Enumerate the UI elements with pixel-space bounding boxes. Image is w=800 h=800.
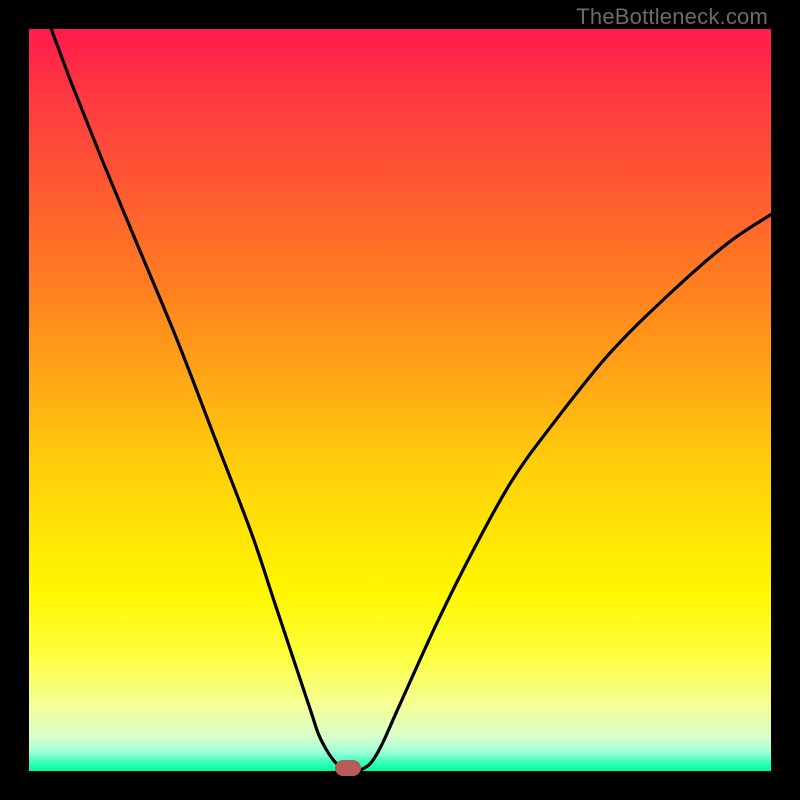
- minimum-marker: [335, 760, 361, 776]
- bottleneck-curve: [29, 29, 771, 771]
- chart-frame: TheBottleneck.com: [0, 0, 800, 800]
- watermark-text: TheBottleneck.com: [576, 4, 768, 30]
- plot-area: [29, 29, 771, 771]
